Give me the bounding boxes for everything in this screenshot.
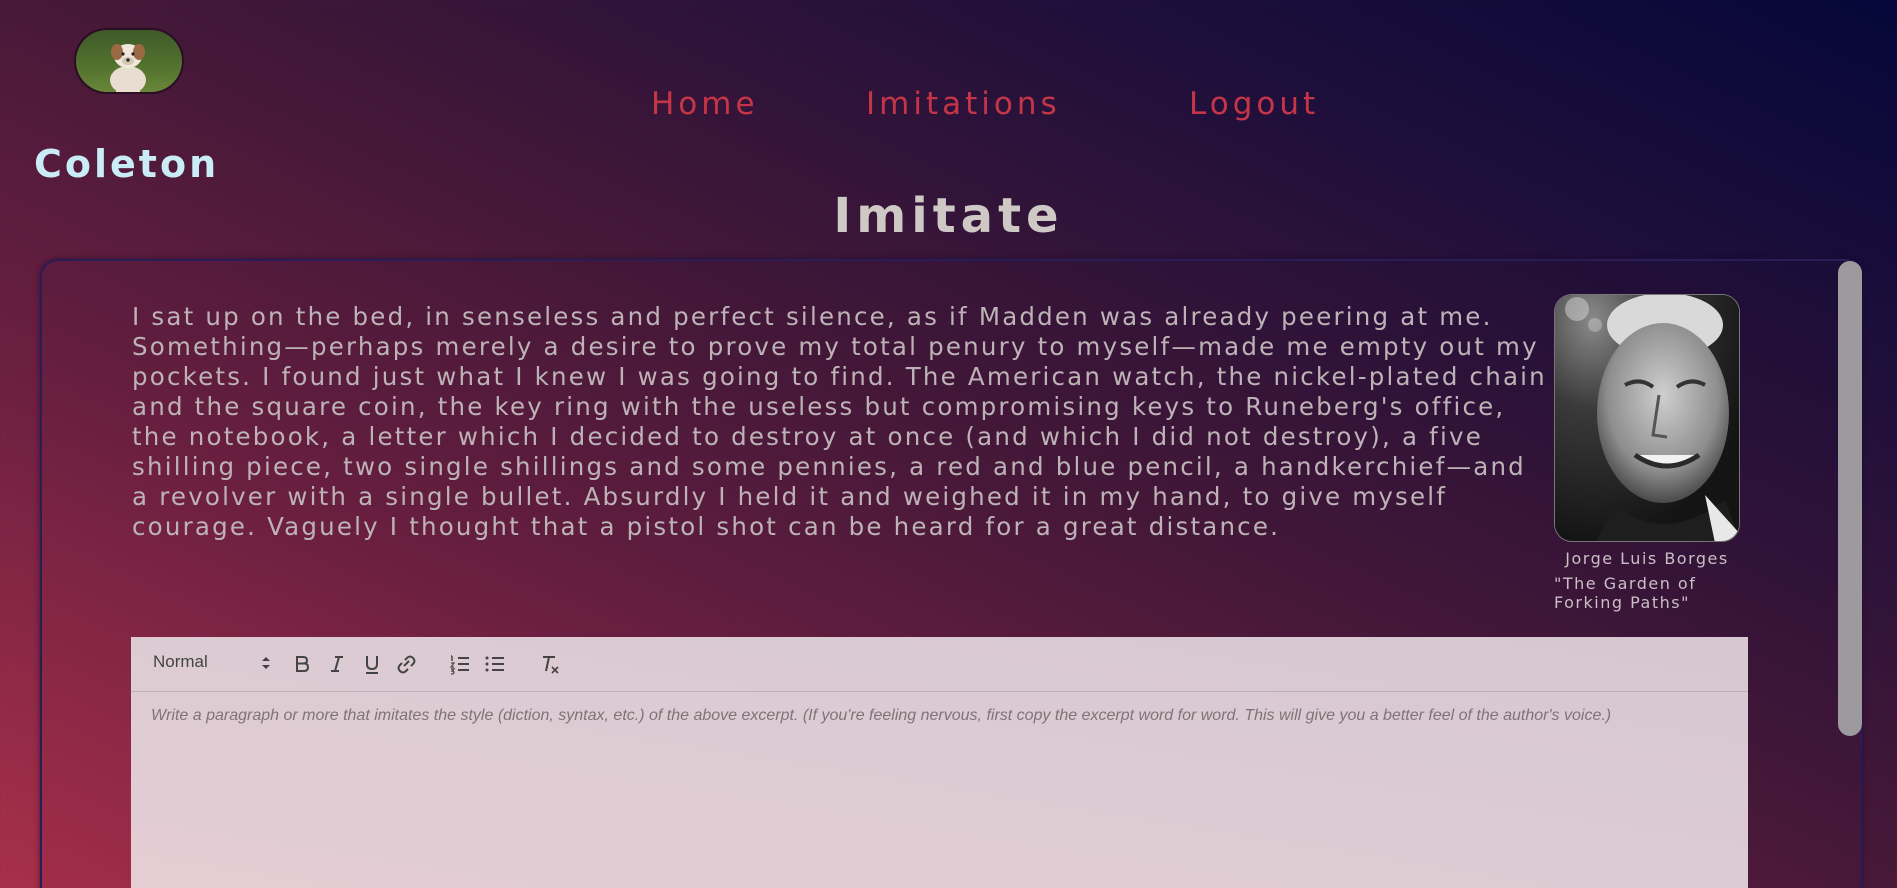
page-title: Imitate: [833, 188, 1064, 244]
paragraph-format-select[interactable]: Normal: [153, 652, 271, 676]
underline-icon[interactable]: [361, 651, 383, 677]
username: Coleton: [34, 142, 220, 186]
nav-imitations-link[interactable]: Imitations: [866, 86, 1061, 122]
bold-icon[interactable]: [291, 651, 313, 677]
nav-home-link[interactable]: Home: [651, 86, 759, 122]
rich-text-editor: Normal Write a paragraph or more that im…: [131, 637, 1748, 888]
link-icon[interactable]: [395, 651, 417, 677]
clear-formatting-icon[interactable]: [539, 651, 561, 677]
excerpt-text: I sat up on the bed, in senseless and pe…: [132, 302, 1547, 541]
editor-toolbar: Normal: [131, 637, 1748, 692]
ordered-list-icon[interactable]: [449, 651, 471, 677]
author-portrait: [1554, 294, 1740, 542]
select-arrows-icon: [261, 654, 271, 676]
excerpt-author: Jorge Luis Borges: [1565, 549, 1729, 568]
card-scrollbar-thumb[interactable]: [1838, 261, 1862, 736]
paragraph-format-value: Normal: [153, 652, 208, 671]
bullet-list-icon[interactable]: [484, 651, 506, 677]
nav-logout-link[interactable]: Logout: [1189, 86, 1319, 122]
main-nav: Home Imitations Logout: [0, 86, 1897, 130]
user-avatar: [74, 28, 184, 94]
imitation-text-input[interactable]: Write a paragraph or more that imitates …: [151, 707, 1731, 725]
italic-icon[interactable]: [326, 651, 348, 677]
excerpt-work-title: "The Garden of Forking Paths": [1554, 574, 1697, 612]
